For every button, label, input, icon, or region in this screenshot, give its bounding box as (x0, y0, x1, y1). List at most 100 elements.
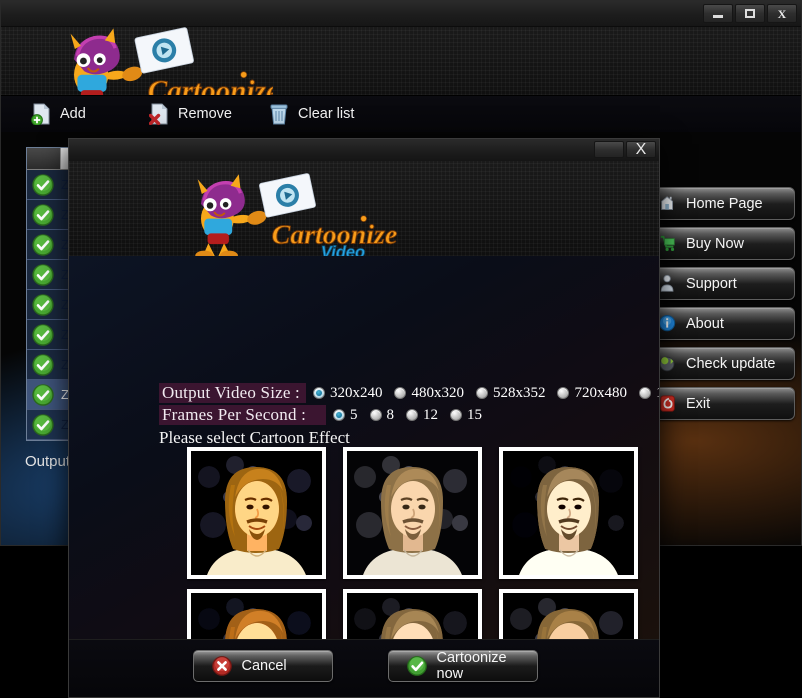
exit-icon (659, 394, 676, 412)
app-root: X Add Remove Clear list Z Z Z Z Z Z Z Z … (0, 0, 802, 698)
app-logo (66, 27, 273, 95)
radio-button[interactable] (406, 409, 418, 421)
side-button-about[interactable]: About (649, 307, 795, 340)
close-button[interactable]: X (767, 4, 797, 23)
side-button-label: About (686, 315, 724, 332)
radio-button[interactable] (333, 409, 345, 421)
confirm-icon (406, 656, 427, 676)
minimize-icon (713, 14, 723, 18)
side-button-buy-now[interactable]: Buy Now (649, 227, 795, 260)
toolbar-clear-list[interactable]: Clear list (269, 101, 354, 127)
radio-button[interactable] (557, 387, 570, 399)
fps-row: Frames Per Second : 5 8 12 15 (159, 404, 482, 426)
trash-icon (270, 104, 288, 125)
side-button-label: Support (686, 275, 737, 292)
toolbar-add[interactable]: Add (31, 101, 86, 127)
fps-option-15[interactable]: 15 (450, 407, 482, 424)
checked-icon (32, 233, 54, 256)
video-size-option-1024x768[interactable]: 1024x768 (638, 385, 659, 402)
video-size-option-720x480[interactable]: 720x480 (557, 385, 627, 402)
radio-button[interactable] (638, 387, 651, 399)
close-icon: X (635, 140, 647, 158)
main-title-bar: X (1, 1, 801, 27)
radio-button[interactable] (450, 409, 462, 421)
effects-title: Please select Cartoon Effect (159, 428, 350, 447)
radio-label: 1024x768 (656, 385, 659, 402)
checked-icon (32, 263, 54, 286)
effect-thumbnail[interactable] (343, 447, 482, 579)
cancel-button-label: Cancel (241, 658, 287, 674)
file-list-col-check (27, 148, 61, 169)
checked-icon (32, 383, 54, 406)
toolbar-add-label: Add (60, 106, 86, 122)
fps-option-12[interactable]: 12 (406, 407, 438, 424)
checked-icon (32, 413, 54, 436)
video-size-label: Output Video Size : (159, 383, 306, 403)
side-button-label: Buy Now (686, 235, 745, 252)
main-banner (1, 27, 801, 96)
minimize-button[interactable] (703, 4, 733, 23)
effect-thumbnail[interactable] (187, 447, 326, 579)
radio-label: 8 (386, 406, 395, 423)
checked-icon (32, 353, 54, 376)
checked-icon (32, 323, 54, 346)
output-path-label: Output (25, 453, 71, 470)
toolbar-remove-label: Remove (178, 106, 232, 122)
cancel-button[interactable]: Cancel (192, 650, 333, 682)
side-button-support[interactable]: Support (649, 267, 795, 300)
toolbar-clear-label: Clear list (298, 106, 355, 122)
radio-label: 12 (423, 406, 438, 423)
cartoonize-dialog: X Output Video Size : 320x240 480x320 528x… (68, 138, 660, 698)
dialog-close-button[interactable]: X (626, 141, 656, 158)
effect-2-preview (347, 451, 478, 575)
radio-button[interactable] (312, 387, 325, 399)
radio-label: 320x240 (329, 384, 383, 401)
toolbar-remove[interactable]: Remove (149, 101, 232, 127)
maximize-icon (745, 9, 755, 18)
effect-thumbnail[interactable] (499, 447, 638, 579)
checked-icon (32, 173, 54, 196)
side-button-label: Home Page (686, 195, 763, 212)
radio-label: 5 (350, 406, 358, 423)
cancel-icon (211, 656, 232, 676)
video-size-option-480x320[interactable]: 480x320 (394, 385, 464, 402)
cart-icon (659, 235, 676, 252)
side-button-home-page[interactable]: Home Page (649, 187, 795, 220)
window-controls: X (703, 4, 797, 23)
fps-option-5[interactable]: 5 (333, 407, 358, 424)
main-toolbar: Add Remove Clear list (1, 96, 801, 132)
side-button-check-update[interactable]: Check update (649, 347, 795, 380)
maximize-button[interactable] (735, 4, 765, 23)
effect-3-preview (503, 451, 634, 575)
fps-option-8[interactable]: 8 (369, 406, 395, 424)
dialog-title-bar: X (69, 139, 659, 161)
side-button-exit[interactable]: Exit (649, 387, 795, 420)
radio-button[interactable] (369, 409, 382, 421)
radio-label: 15 (467, 406, 482, 423)
checked-icon (32, 293, 54, 316)
video-size-row: Output Video Size : 320x240 480x320 528x35… (159, 382, 659, 404)
dialog-footer: Cancel Cartoonize now (69, 639, 659, 697)
fps-label: Frames Per Second : (159, 405, 326, 425)
video-size-options: 320x240 480x320 528x352 720x480 1024x768 (312, 384, 659, 402)
video-size-option-320x240[interactable]: 320x240 (312, 384, 383, 402)
home-icon (661, 195, 673, 210)
close-icon: X (777, 6, 787, 21)
effect-1-preview (191, 451, 322, 575)
dialog-logo (193, 171, 399, 256)
support-icon (660, 274, 674, 292)
side-button-group: Home Page Buy Now Support About Check update… (649, 187, 795, 420)
dialog-minimize-button[interactable] (594, 141, 624, 158)
video-size-option-528x352[interactable]: 528x352 (475, 385, 545, 402)
remove-file-icon (149, 103, 169, 125)
update-icon (659, 356, 675, 371)
dialog-banner (69, 161, 659, 256)
fps-options: 5 8 12 15 (333, 407, 482, 424)
radio-button[interactable] (475, 387, 488, 399)
radio-button[interactable] (394, 387, 407, 399)
side-button-label: Exit (686, 395, 711, 412)
dialog-action-buttons: Cancel Cartoonize now (69, 650, 659, 682)
info-icon (659, 314, 676, 331)
dialog-window-controls: X (594, 141, 656, 158)
cartoonize-now-button[interactable]: Cartoonize now (387, 650, 538, 682)
